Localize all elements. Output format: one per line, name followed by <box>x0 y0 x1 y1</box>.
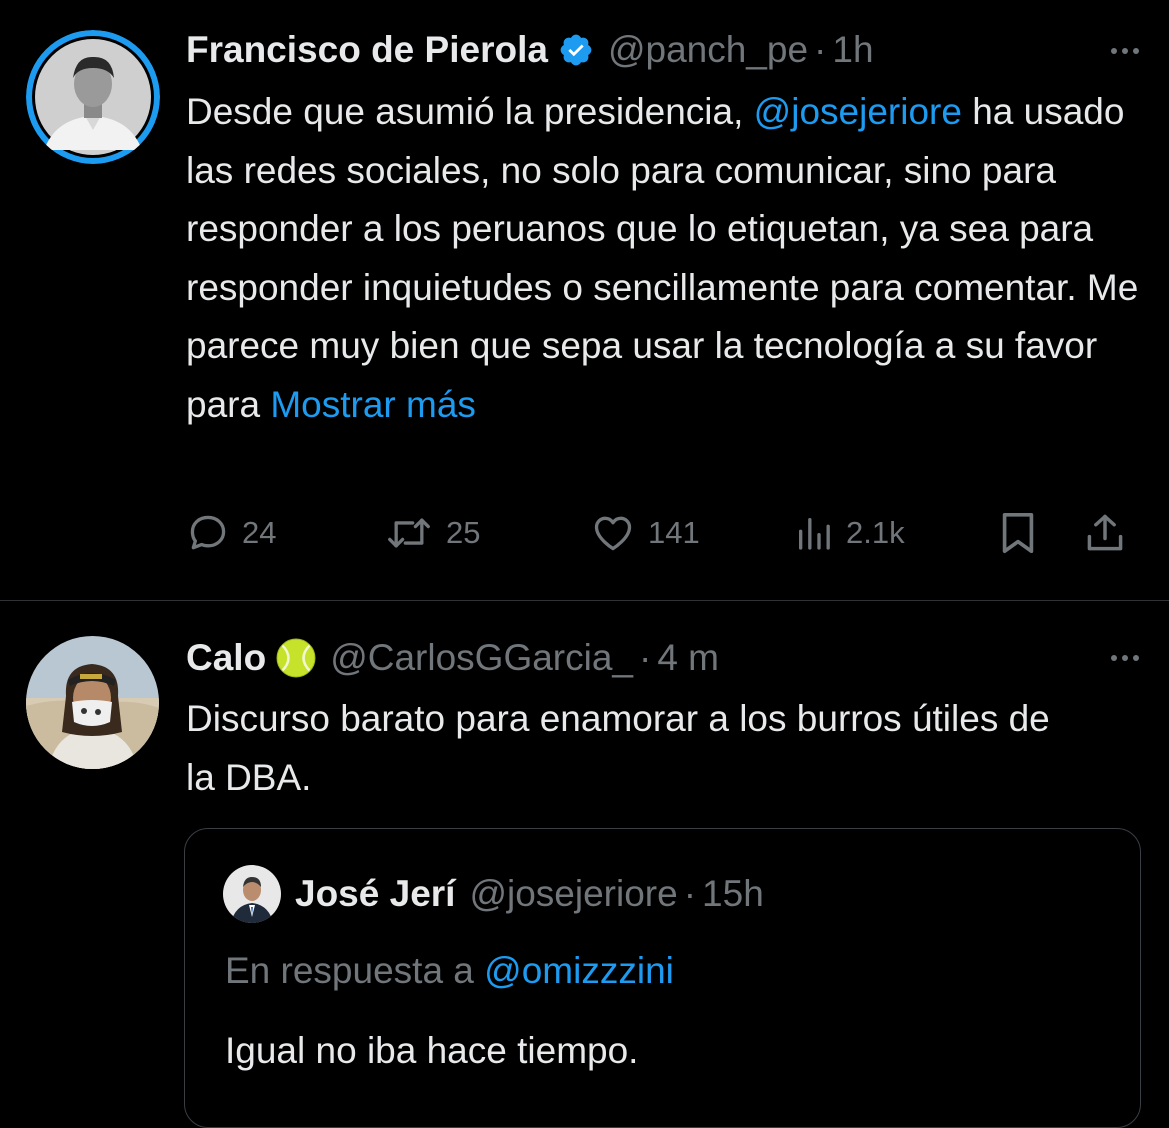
author-name[interactable]: Calo <box>186 636 266 680</box>
avatar[interactable] <box>26 30 160 164</box>
more-options-icon[interactable] <box>1111 48 1139 54</box>
bookmark-button[interactable] <box>998 508 1038 558</box>
retweet-icon <box>384 511 434 555</box>
quoted-tweet[interactable]: José Jerí @josejeriore · 15h En respuesta … <box>184 828 1141 1128</box>
separator-dot: · <box>639 637 652 678</box>
like-button[interactable]: 141 <box>590 508 700 558</box>
share-button[interactable] <box>1083 508 1127 558</box>
tweet-text-part: Desde que asumió la presidencia, <box>186 91 754 132</box>
quoted-author-handle[interactable]: @josejeriore <box>469 873 677 914</box>
reply-prefix: En respuesta a <box>225 950 485 991</box>
reply-context: En respuesta a @omizzzini <box>225 949 674 993</box>
heart-icon <box>590 511 636 555</box>
share-icon <box>1083 511 1127 555</box>
reply-icon <box>186 511 230 555</box>
separator-dot: · <box>683 873 697 914</box>
quoted-tweet-time[interactable]: 15h <box>702 873 764 914</box>
tweet-time[interactable]: 4 m <box>657 637 719 678</box>
tweet-text: Discurso barato para enamorar a los burr… <box>186 698 1050 798</box>
avatar[interactable] <box>26 636 159 769</box>
reply-to-link[interactable]: @omizzzini <box>484 950 674 991</box>
quoted-tweet-text: Igual no iba hace tiempo. <box>225 1030 639 1071</box>
quoted-author-name[interactable]: José Jerí <box>295 872 455 916</box>
tennis-ball-icon <box>276 638 316 678</box>
verified-badge-icon <box>558 32 594 68</box>
retweet-button[interactable]: 25 <box>384 508 480 558</box>
retweet-count: 25 <box>446 515 481 550</box>
quoted-avatar <box>223 865 281 923</box>
author-handle[interactable]: @CarlosGGarcia_ <box>330 637 633 678</box>
views-icon <box>794 511 834 555</box>
more-options-icon[interactable] <box>1111 655 1139 661</box>
tweet-text: Desde que asumió la presidencia, @joseje… <box>186 83 1151 435</box>
reply-count: 24 <box>242 515 277 550</box>
view-count: 2.1k <box>846 515 905 550</box>
action-bar: 24 25 141 2.1k <box>186 508 1141 558</box>
tweet[interactable]: Francisco de Pierola @panch_pe · 1h Desde … <box>0 0 1169 600</box>
tweet-time[interactable]: 1h <box>832 29 873 70</box>
reply-button[interactable]: 24 <box>186 508 276 558</box>
mention-link[interactable]: @josejeriore <box>754 91 962 132</box>
like-count: 141 <box>648 515 700 550</box>
tweet[interactable]: Calo @CarlosGGarcia_ · 4 m Discurso barato… <box>0 601 1169 1128</box>
bookmark-icon <box>998 510 1038 556</box>
author-handle[interactable]: @panch_pe <box>608 29 808 70</box>
author-name[interactable]: Francisco de Pierola <box>186 28 548 72</box>
views-button[interactable]: 2.1k <box>794 508 905 558</box>
show-more-link[interactable]: Mostrar más <box>270 384 476 425</box>
tweet-text-part: ha usado las redes sociales, no solo par… <box>186 91 1139 425</box>
separator-dot: · <box>814 29 827 70</box>
